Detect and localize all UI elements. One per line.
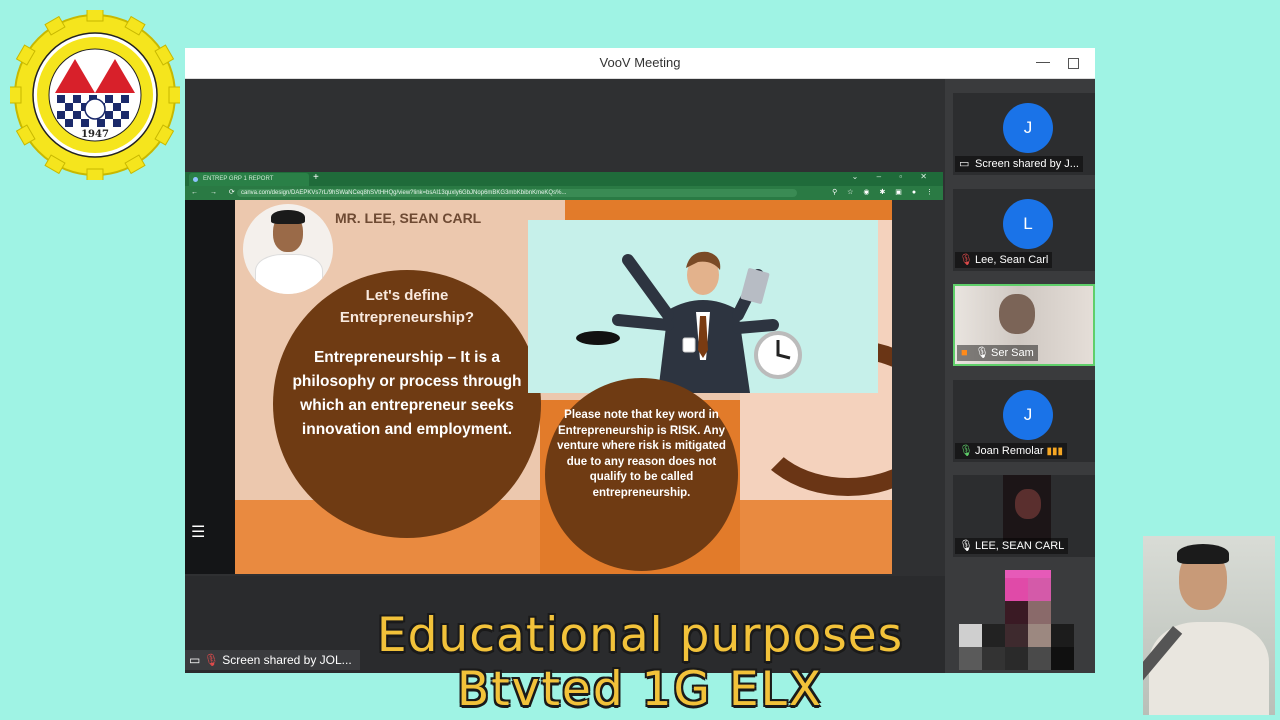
participant-name: LEE, SEAN CARL (975, 540, 1065, 552)
participant-label: ■ 🎙︎ Ser Sam (957, 345, 1038, 361)
presenter-name: MR. LEE, SEAN CARL (335, 210, 482, 226)
avatar: J (1003, 390, 1053, 440)
avatar: J (1003, 103, 1053, 153)
participant-label: 🎙︎ Joan Remolar ▮▮▮ (955, 443, 1068, 459)
participant-label: ▭ Screen shared by J... (955, 156, 1083, 172)
slide-bg-orange-top (565, 200, 892, 220)
pixel-block (1028, 578, 1051, 601)
caption-line-2: Btvted 1G ELX (457, 662, 823, 717)
slide-definition: Entrepreneurship – It is a philosophy or… (292, 349, 522, 438)
participants-panel: J ▭ Screen shared by J... L 🎙︎ Lee, Sean… (945, 79, 1095, 673)
presenter-hair (271, 210, 305, 224)
businessman-illustration-icon (576, 251, 802, 393)
participant-tile[interactable]: J ▭ Screen shared by J... (953, 93, 1095, 175)
screen-share-icon: ▭ (959, 158, 970, 170)
participant-label: 🎙︎ Lee, Sean Carl (955, 252, 1053, 268)
browser-tab-strip: ENTREP GRP 1 REPORT + ⌄ – ▫ ✕ (185, 172, 943, 186)
svg-text:1947: 1947 (81, 129, 109, 140)
slide-question: Let's define Entrepreneurship? (339, 287, 475, 326)
college-logo: 1947 (10, 10, 180, 180)
browser-window-controls-icon[interactable]: ⌄ – ▫ ✕ (852, 172, 935, 181)
pixel-block (1005, 570, 1051, 578)
mic-icon: 🎙︎ (975, 347, 989, 359)
participant-tile[interactable]: J 🎙︎ Joan Remolar ▮▮▮ (953, 380, 1095, 462)
maximize-button[interactable] (1068, 58, 1079, 69)
caption-line-1: Educational purposes (376, 608, 904, 663)
canva-dark-margin (185, 200, 235, 574)
canva-favicon-icon (193, 177, 198, 182)
participant-name: Joan Remolar (975, 445, 1044, 457)
participant-name: Screen shared by J... (975, 158, 1079, 170)
participant-tile[interactable]: ■ 🎙︎ Ser Sam (953, 284, 1095, 366)
voov-meeting-window: VooV Meeting — ENTREP GRP 1 REPORT + ⌄ –… (185, 48, 1095, 673)
browser-address-bar: ← → ⟳ canva.com/design/DAEPKVs7rL/9hSWaN… (185, 186, 943, 200)
participant-name: Lee, Sean Carl (975, 254, 1049, 266)
list-menu-icon[interactable]: ☰ (191, 522, 205, 542)
avatar: L (1003, 199, 1053, 249)
browser-tab-label: ENTREP GRP 1 REPORT (203, 176, 274, 182)
window-titlebar: VooV Meeting — (185, 48, 1095, 79)
risk-note-circle: Please note that key word in Entrepreneu… (545, 378, 738, 571)
host-icon: ■ (961, 347, 968, 359)
participant-face (1015, 489, 1041, 519)
signal-bars-icon: ▮▮▮ (1046, 446, 1064, 457)
window-title: VooV Meeting (599, 55, 681, 70)
participant-face (999, 294, 1035, 334)
mic-muted-icon: 🎙︎ (959, 254, 973, 266)
participant-tile[interactable]: 🎙︎ LEE, SEAN CARL (953, 475, 1095, 557)
browser-toolbar-icons[interactable]: ⚲ ☆ ◉ ✱ ▣ ● ⋮ (832, 188, 937, 196)
minimize-button[interactable]: — (1036, 53, 1050, 69)
definition-circle: Let's define Entrepreneurship? Entrepren… (273, 270, 541, 538)
participant-name: Ser Sam (991, 347, 1034, 359)
browser-tab[interactable]: ENTREP GRP 1 REPORT (189, 173, 309, 186)
multitasking-businessman-illustration (528, 220, 878, 393)
presentation-slide: MR. LEE, SEAN CARL Let's define Entrepre… (235, 200, 892, 574)
slide-risk-note: Please note that key word in Entrepreneu… (557, 409, 726, 499)
pixel-block (1005, 578, 1028, 601)
browser-nav-icons[interactable]: ← → ⟳ (191, 188, 240, 196)
url-field[interactable]: canva.com/design/DAEPKVs7rL/9hSWaNCeq8hS… (237, 189, 797, 197)
mic-active-icon: 🎙︎ (959, 445, 973, 457)
participant-label: 🎙︎ LEE, SEAN CARL (955, 538, 1069, 554)
presenter-photo (243, 204, 333, 294)
webcam-hair (1177, 544, 1229, 564)
mic-icon: 🎙︎ (959, 540, 973, 552)
new-tab-icon[interactable]: + (313, 172, 319, 183)
presenter-webcam (1143, 536, 1275, 715)
participant-tile[interactable]: L 🎙︎ Lee, Sean Carl (953, 189, 1095, 271)
